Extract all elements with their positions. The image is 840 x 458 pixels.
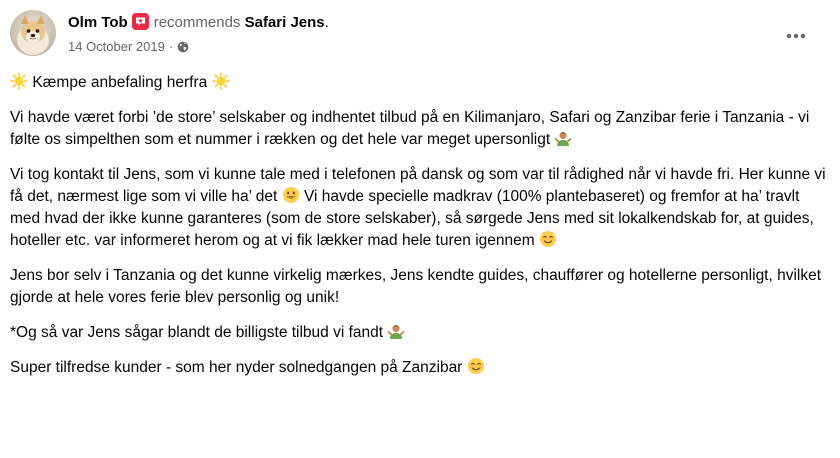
paragraph-4-text: Jens bor selv i Tanzania og det kunne vi… <box>10 267 822 306</box>
person-shrugging-emoji <box>554 129 572 147</box>
recommendation-post: Olm Tob recommends Safari Jens. 14 Octobe… <box>0 0 840 458</box>
sun-emoji <box>211 72 230 90</box>
paragraph-6-text: Super tilfredse kunder - som her nyder s… <box>10 359 463 376</box>
paragraph-4: Jens bor selv i Tanzania og det kunne vi… <box>10 265 830 309</box>
paragraph-5-text: *Og så var Jens sågar blandt de billigst… <box>10 324 384 341</box>
post-body: Kæmpe anbefaling herfra Vi havde været f… <box>10 72 830 392</box>
globe-icon[interactable] <box>177 40 189 58</box>
dog-avatar-image <box>10 10 56 56</box>
more-horizontal-icon <box>786 33 806 39</box>
paragraph-2-text: Vi havde været forbi ’de store’ selskabe… <box>10 109 810 148</box>
post-meta: 14 October 2019 · <box>68 38 189 58</box>
paragraph-2: Vi havde været forbi ’de store’ selskabe… <box>10 107 830 151</box>
sun-emoji <box>10 72 28 90</box>
meta-separator: · <box>168 39 174 54</box>
grinning-face-emoji <box>282 186 300 204</box>
page-link[interactable]: Safari Jens <box>245 14 325 31</box>
recommend-badge-icon <box>131 13 149 30</box>
post-date[interactable]: 14 October 2019 <box>68 39 165 54</box>
smiling-face-emoji <box>539 230 557 248</box>
more-options-button[interactable] <box>778 18 814 54</box>
action-text: recommends <box>153 14 241 31</box>
avatar[interactable] <box>10 10 56 56</box>
paragraph-1: Kæmpe anbefaling herfra <box>10 72 830 94</box>
paragraph-6: Super tilfredse kunder - som her nyder s… <box>10 357 830 379</box>
smiling-face-emoji <box>467 357 485 375</box>
headline-text: Kæmpe anbefaling herfra <box>32 74 208 91</box>
author-name[interactable]: Olm Tob <box>68 14 128 31</box>
paragraph-5: *Og så var Jens sågar blandt de billigst… <box>10 322 830 344</box>
post-header: Olm Tob recommends Safari Jens. <box>68 13 329 33</box>
person-shrugging-emoji <box>387 322 405 340</box>
trailing-dot: . <box>324 14 329 31</box>
paragraph-3: Vi tog kontakt til Jens, som vi kunne ta… <box>10 164 830 252</box>
